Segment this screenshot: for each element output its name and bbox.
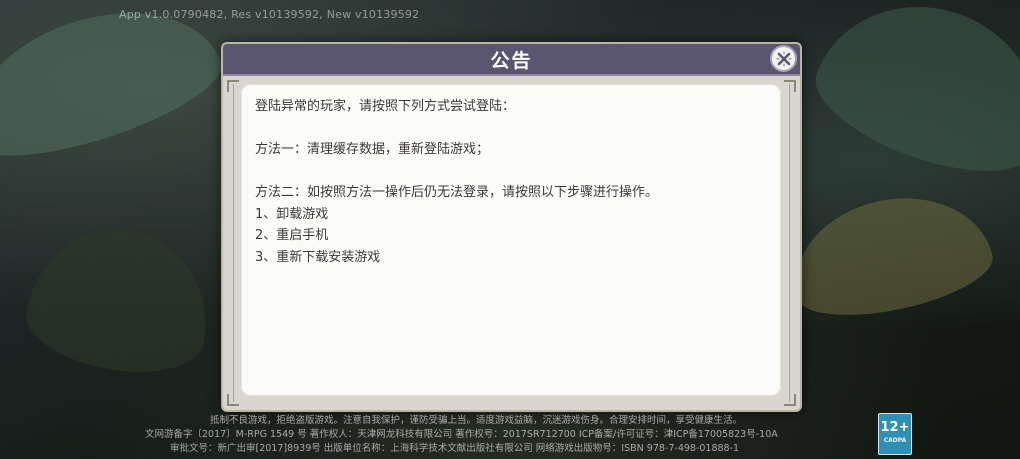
frame-corner [784,80,796,92]
announcement-dialog: 公告 登陆异常的玩家，请按照下列方式尝试登陆： 方法一：清理缓存数据，重新登陆游… [221,42,802,412]
publication-info: 审批文号：新广出审[2017]8939号 出版单位名称：上海科学技术文献出版社有… [170,443,740,454]
announcement-line: 2、重启手机 [255,228,329,243]
announcement-line: 3、重新下载安装游戏 [255,249,381,265]
age-rating-label: CADPA [883,437,907,444]
frame-corner [784,394,796,406]
announcement-text: 登陆异常的玩家，请按照下列方式尝试登陆： 方法一：清理缓存数据，重新登陆游戏； … [255,96,767,268]
announcement-content[interactable]: 登陆异常的玩家，请按照下列方式尝试登陆： 方法一：清理缓存数据，重新登陆游戏； … [241,84,781,396]
announcement-line [255,118,767,140]
age-rating: 12+ [880,420,910,435]
frame-rule [233,84,234,402]
announcement-line: 登陆异常的玩家，请按照下列方式尝试登陆： [255,99,516,114]
license-info: 文网游备字〔2017〕M-RPG 1549 号 著作权人：天津网龙科技有限公司 … [145,429,778,440]
close-icon [775,50,792,67]
version-text: App v1.0.0790482, Res v10139592, New v10… [119,8,420,21]
age-rating-badge: 12+ CADPA [878,413,912,455]
frame-rule [789,84,790,402]
announcement-line: 方法二：如按照方法一操作后仍无法登录，请按照以下步骤进行操作。 [255,185,659,200]
announcement-line: 1、卸载游戏 [255,206,329,222]
announcement-line [255,161,767,183]
dialog-title: 公告 [490,49,533,72]
close-button[interactable] [770,45,797,72]
dialog-header: 公告 [223,44,800,76]
health-advisory: 抵制不良游戏，拒绝盗版游戏。注意自我保护，谨防受骗上当。适度游戏益脑，沉迷游戏伤… [210,415,743,426]
announcement-line: 方法一：清理缓存数据，重新登陆游戏； [255,142,490,157]
